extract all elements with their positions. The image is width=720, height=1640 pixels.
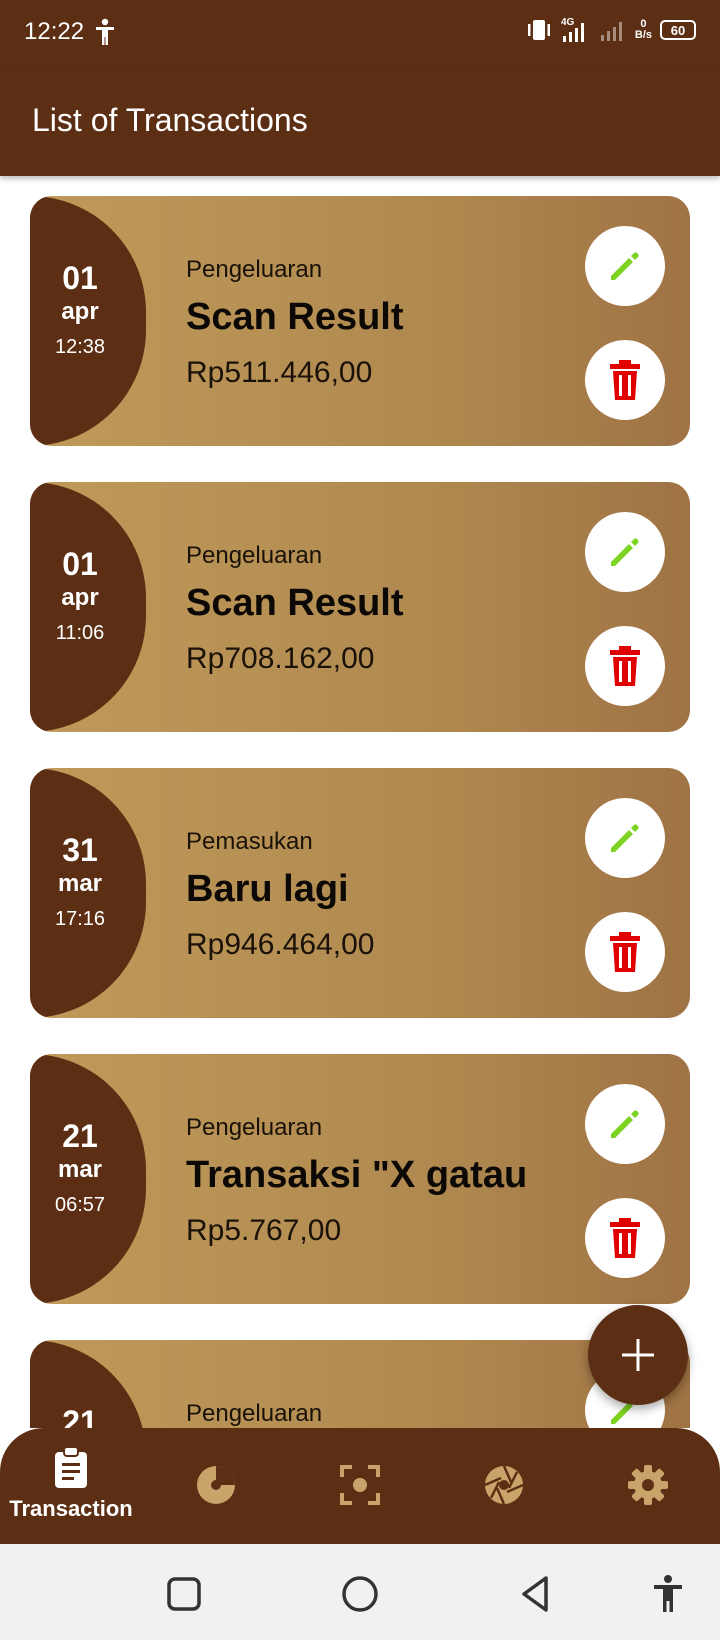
transaction-type: Pemasukan: [186, 828, 313, 855]
home-icon[interactable]: [338, 1572, 382, 1616]
date-time: 11:06: [55, 622, 105, 644]
nav-item-transaction[interactable]: Transaction: [1, 1446, 141, 1536]
nav-item-statistics[interactable]: [146, 1446, 286, 1536]
status-time: 12:22: [24, 18, 85, 45]
clipboard-icon: [55, 1446, 87, 1488]
delete-button[interactable]: [585, 626, 665, 706]
battery-indicator: 60: [660, 20, 696, 40]
status-bar: 12:22 4G 0 B/s 60: [0, 0, 720, 68]
trash-icon: [610, 646, 640, 686]
accessibility-icon[interactable]: [646, 1572, 690, 1616]
transaction-list[interactable]: 01 apr 12:38 Pengeluaran Scan Result Rp5…: [0, 176, 720, 1428]
trash-icon: [610, 360, 640, 400]
pencil-icon: [611, 538, 639, 566]
date-block: 31 mar 17:16: [30, 768, 146, 1018]
transaction-title: Scan Result: [186, 296, 404, 338]
nav-label-transaction: Transaction: [9, 1496, 133, 1521]
transaction-title: Transaksi "X gatau: [186, 1154, 528, 1196]
recents-icon[interactable]: [162, 1572, 206, 1616]
date-block: 21 mar 06:57: [30, 1054, 146, 1304]
transaction-card[interactable]: 01 apr 12:38 Pengeluaran Scan Result Rp5…: [30, 196, 690, 446]
pencil-icon: [611, 1110, 639, 1138]
nav-item-settings[interactable]: [578, 1446, 718, 1536]
date-month: apr: [61, 584, 99, 611]
vibrate-icon: [527, 20, 550, 40]
scan-icon: [340, 1465, 380, 1505]
date-time: 06:57: [54, 1194, 106, 1216]
transaction-title: Baru lagi: [186, 868, 349, 910]
transaction-amount: Rp708.162,00: [186, 642, 375, 675]
transaction-title: Scan Result: [186, 582, 404, 624]
edit-button[interactable]: [585, 512, 665, 592]
date-block: 01 apr 11:06: [30, 482, 146, 732]
edit-button[interactable]: [585, 226, 665, 306]
status-icons: 4G 0 B/s 60: [525, 16, 696, 44]
date-day: 21: [62, 1118, 98, 1154]
transaction-amount: Rp511.446,00: [186, 356, 373, 389]
edit-button[interactable]: [585, 1084, 665, 1164]
date-month: mar: [57, 870, 103, 897]
date-time: 17:16: [54, 908, 106, 930]
date-block: 21: [30, 1340, 146, 1428]
transaction-card[interactable]: 21 mar 06:57 Pengeluaran Transaksi "X ga…: [30, 1054, 690, 1304]
transaction-type: Pengeluaran: [186, 256, 323, 283]
date-block: 01 apr 12:38: [30, 196, 146, 446]
pencil-icon: [611, 252, 639, 280]
delete-button[interactable]: [585, 340, 665, 420]
delete-button[interactable]: [585, 1198, 665, 1278]
edit-button[interactable]: [585, 798, 665, 878]
aperture-icon: [484, 1465, 524, 1505]
date-day: 31: [62, 832, 98, 868]
pie-chart-icon: [197, 1466, 235, 1504]
network-speed: 0 B/s: [634, 18, 652, 41]
delete-button[interactable]: [585, 912, 665, 992]
transaction-card[interactable]: 31 mar 17:16 Pemasukan Baru lagi Rp946.4…: [30, 768, 690, 1018]
add-transaction-button[interactable]: [588, 1305, 688, 1405]
transaction-type: Pengeluaran: [186, 1400, 323, 1427]
trash-icon: [610, 1218, 640, 1258]
back-icon[interactable]: [514, 1572, 558, 1616]
transaction-type: Pengeluaran: [186, 1114, 323, 1141]
gear-icon: [628, 1465, 668, 1505]
date-month: mar: [57, 1156, 103, 1183]
transaction-type: Pengeluaran: [186, 542, 323, 569]
signal-4g-icon: 4G: [561, 17, 584, 42]
date-day: 01: [62, 546, 98, 582]
nav-item-camera[interactable]: [434, 1446, 574, 1536]
signal-weak-icon: [600, 22, 622, 41]
date-time: 12:38: [54, 336, 106, 358]
plus-icon: [622, 1339, 654, 1371]
transaction-card[interactable]: 01 apr 11:06 Pengeluaran Scan Result Rp7…: [30, 482, 690, 732]
network-label: 4G: [561, 17, 575, 28]
accessibility-status-icon: [96, 18, 114, 45]
nav-item-scan[interactable]: [290, 1446, 430, 1536]
transaction-amount: Rp946.464,00: [186, 928, 375, 961]
date-day: 21: [62, 1404, 98, 1428]
date-day: 01: [62, 260, 98, 296]
page-title: List of Transactions: [32, 102, 308, 138]
app-bar: List of Transactions: [0, 68, 720, 176]
pencil-icon: [611, 824, 639, 852]
transaction-amount: Rp5.767,00: [186, 1214, 342, 1247]
trash-icon: [610, 932, 640, 972]
bottom-nav: Transaction: [0, 1428, 720, 1544]
system-nav-bar: [0, 1544, 720, 1640]
date-month: apr: [61, 298, 99, 325]
